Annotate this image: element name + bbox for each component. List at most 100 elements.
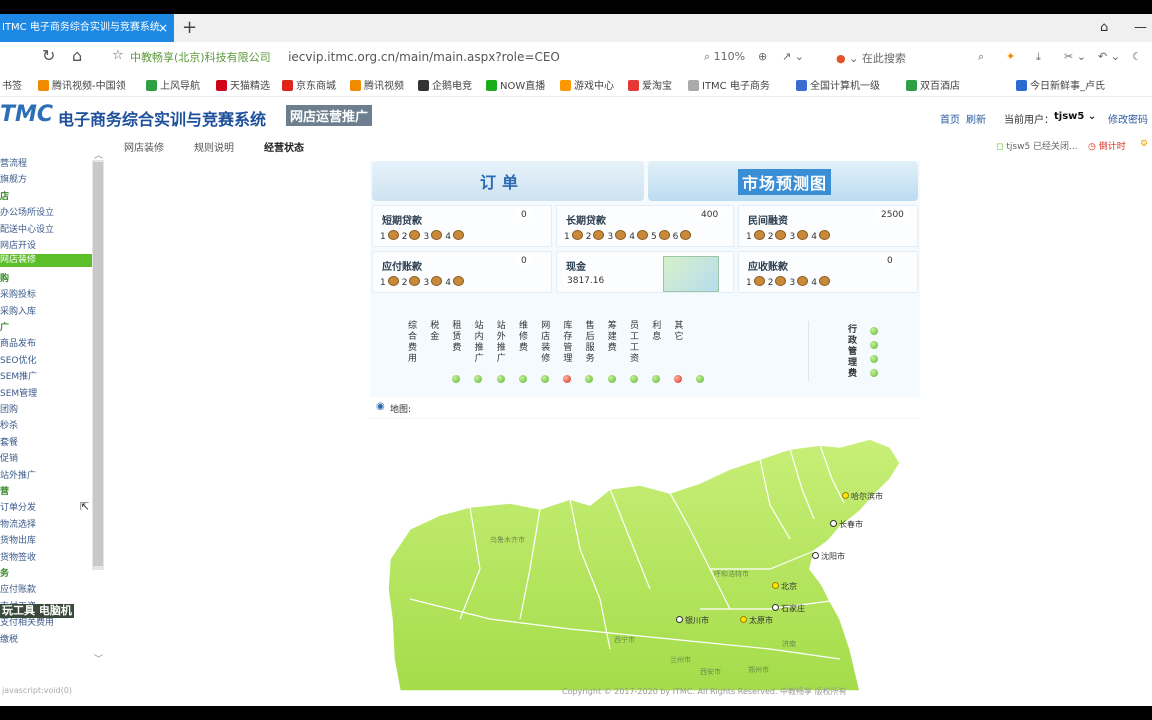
coin-icon[interactable] [409,276,421,286]
sidebar-item[interactable]: 套餐 [0,435,18,448]
search-icon[interactable]: ⌕ [978,50,984,64]
settings-icon[interactable]: ⚙ [1140,139,1148,149]
expense-status-dot[interactable] [518,375,527,383]
sidebar-item[interactable]: 促销 [0,451,18,464]
city-harbin[interactable]: 哈尔滨市 [842,491,883,502]
share-icon[interactable]: ↗ ⌄ [782,50,804,63]
expense-status-dot[interactable] [452,375,461,383]
sidebar-item[interactable]: 商品发布 [0,336,36,349]
market-forecast-tile[interactable]: 市场预测图 [648,161,918,201]
bookmark-item[interactable]: 游戏中心 [560,77,614,92]
city-beijing[interactable]: 北京 [772,581,797,592]
coin-icon[interactable] [797,276,809,286]
sidebar-item[interactable]: 应付账款 [0,582,36,595]
tab-rules[interactable]: 规则说明 [194,139,234,154]
sidebar-item[interactable]: 网店开设 [0,238,36,251]
expense-status-dot[interactable] [496,375,505,383]
tab-shop-decoration[interactable]: 网店装修 [124,139,164,154]
gamepad-icon[interactable]: ✦ [1006,50,1015,63]
sidebar-item[interactable]: SEM管理 [0,386,37,399]
refresh-link[interactable]: 刷新 [966,111,986,126]
sidebar-item[interactable]: 采购入库 [0,304,36,317]
coin-icon[interactable] [452,276,464,286]
search-engine[interactable]: ● ⌄ 在此搜索 [836,50,906,66]
expense-status-dot[interactable] [652,375,660,383]
bookmark-item[interactable]: 腾讯视频-中国领 [38,77,126,92]
coin-icon[interactable] [571,230,583,240]
coin-icon[interactable] [680,230,692,240]
bookmark-item[interactable]: 今日新鲜事_卢氏 [1016,77,1105,92]
china-map[interactable]: 哈尔滨市 长春市 沈阳市 北京 石家庄 太原市 银川市 乌鲁木齐市 呼和浩特市 … [370,419,920,692]
expense-status-dot[interactable] [607,375,616,383]
coin-icon[interactable] [775,230,787,240]
zoom-level[interactable]: ⌕ 110% [704,50,745,64]
home-link[interactable]: 首页 [940,111,960,126]
sidebar-item[interactable]: 物流选择 [0,517,36,530]
coin-icon[interactable] [658,230,670,240]
tab-business-status[interactable]: 经营状态 [264,139,304,154]
expense-status-dot[interactable] [696,375,705,383]
new-tab-button[interactable]: + [182,14,197,42]
admin-fee-status-dot[interactable] [870,341,878,349]
coin-icon[interactable] [797,230,809,240]
expense-status-dot[interactable] [541,375,549,383]
coin-icon[interactable] [409,230,421,240]
coin-icon[interactable] [818,276,830,286]
sidebar-item[interactable]: 团购 [0,402,18,415]
expense-status-dot[interactable] [674,375,683,383]
sidebar-item[interactable]: 网店装修 [0,254,92,268]
sidebar-item[interactable]: 货物出库 [0,533,36,546]
expense-status-dot[interactable] [474,375,483,383]
sidebar-item[interactable]: 配送中心设立 [0,222,54,235]
coin-icon[interactable] [431,276,443,286]
sidebar-item[interactable]: 订单分发 [0,500,36,513]
bookmark-item[interactable]: 爱淘宝 [628,77,672,92]
coin-icon[interactable] [593,230,605,240]
url-field[interactable]: 中教畅享(北京)科技有限公司 iecvip.itmc.org.cn/main/m… [130,49,560,65]
coin-icon[interactable] [387,276,399,286]
city-changchun[interactable]: 长春市 [830,519,863,530]
coin-icon[interactable] [431,230,443,240]
bookmark-item[interactable]: 腾讯视频 [350,77,404,92]
city-yinchuan[interactable]: 银川市 [676,615,709,626]
expense-status-dot[interactable] [585,375,594,383]
bookmark-item[interactable]: 京东商城 [282,77,336,92]
coin-icon[interactable] [818,230,830,240]
bookmark-item[interactable]: 书签 [2,77,22,92]
sidebar-item[interactable]: 货物签收 [0,550,36,563]
sidebar-item[interactable]: 办公场所设立 [0,205,54,218]
city-shenyang[interactable]: 沈阳市 [812,551,845,562]
expense-status-dot[interactable] [629,375,638,383]
sidebar-item[interactable]: SEO优化 [0,353,36,366]
minimize-icon[interactable]: — [1134,14,1147,42]
bookmark-item[interactable]: 上风导航 [146,77,200,92]
favorite-star-icon[interactable]: ☆ [112,48,124,63]
order-tile[interactable]: 订单 [372,161,644,201]
coin-icon[interactable] [636,230,648,240]
sidebar-item[interactable]: 采购投标 [0,287,36,300]
expense-status-dot[interactable] [563,375,572,383]
shield-icon[interactable]: ⊕ [758,50,767,63]
chevron-up-icon[interactable]: ︿ [94,148,103,161]
browser-tab-active[interactable]: ITMC 电子商务综合实训与竞赛系统 × [0,14,174,42]
chevron-down-icon[interactable]: ﹀ [94,652,103,665]
night-mode-icon[interactable]: ☾ [1132,50,1142,63]
bookmark-item[interactable]: 全国计算机一级 [796,77,880,92]
bookmark-item[interactable]: 天猫精选 [216,77,270,92]
sidebar-item[interactable]: 站外推广 [0,468,36,481]
home-icon[interactable]: ⌂ [72,46,82,65]
coin-icon[interactable] [452,230,464,240]
sidebar-item[interactable]: 营流程 [0,156,27,169]
undo-icon[interactable]: ↶ ⌄ [1098,50,1120,63]
admin-fee-status-dot[interactable] [870,369,878,377]
download-icon[interactable]: ⤓ [1036,50,1041,64]
bookmark-item[interactable]: 双百酒店 [906,77,960,92]
tab-close-icon[interactable]: × [158,14,168,42]
coin-icon[interactable] [753,230,765,240]
coin-icon[interactable] [775,276,787,286]
coin-icon[interactable] [387,230,399,240]
sidebar-item[interactable]: SEM推广 [0,369,37,382]
sidebar-scrollbar-thumb[interactable] [93,162,103,566]
coin-icon[interactable] [615,230,627,240]
bookmark-item[interactable]: ITMC 电子商务 [688,77,770,92]
